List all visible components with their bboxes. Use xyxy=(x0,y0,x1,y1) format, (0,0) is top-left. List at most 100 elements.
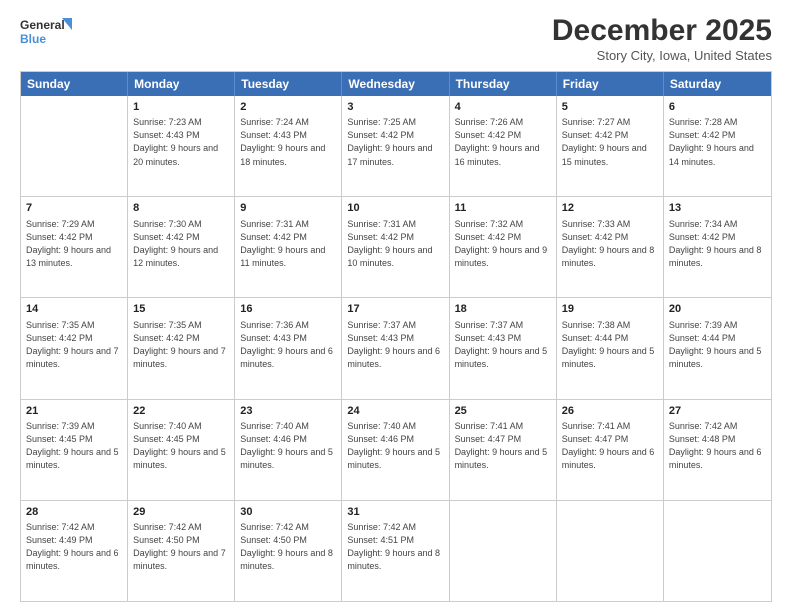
cell-info: Sunrise: 7:42 AM Sunset: 4:49 PM Dayligh… xyxy=(26,521,122,573)
header-day-thursday: Thursday xyxy=(450,72,557,96)
cell-info: Sunrise: 7:28 AM Sunset: 4:42 PM Dayligh… xyxy=(669,116,766,168)
calendar-cell-4-5 xyxy=(557,501,664,601)
cell-info: Sunrise: 7:35 AM Sunset: 4:42 PM Dayligh… xyxy=(26,319,122,371)
cell-info: Sunrise: 7:30 AM Sunset: 4:42 PM Dayligh… xyxy=(133,218,229,270)
calendar-row-3: 21Sunrise: 7:39 AM Sunset: 4:45 PM Dayli… xyxy=(21,399,771,500)
header-day-wednesday: Wednesday xyxy=(342,72,449,96)
cell-info: Sunrise: 7:40 AM Sunset: 4:45 PM Dayligh… xyxy=(133,420,229,472)
calendar-cell-3-5: 26Sunrise: 7:41 AM Sunset: 4:47 PM Dayli… xyxy=(557,400,664,500)
page: GeneralBlue December 2025 Story City, Io… xyxy=(0,0,792,612)
calendar-cell-0-5: 5Sunrise: 7:27 AM Sunset: 4:42 PM Daylig… xyxy=(557,96,664,196)
cell-info: Sunrise: 7:41 AM Sunset: 4:47 PM Dayligh… xyxy=(562,420,658,472)
day-number: 8 xyxy=(133,201,229,216)
calendar-cell-1-2: 9 Sunrise: 7:31 AM Sunset: 4:42 PM Daylig… xyxy=(235,197,342,297)
day-number: 18 xyxy=(455,302,551,317)
cell-info: Sunrise: 7:42 AM Sunset: 4:51 PM Dayligh… xyxy=(347,521,443,573)
calendar-cell-4-6 xyxy=(664,501,771,601)
header-day-friday: Friday xyxy=(557,72,664,96)
day-number: 5 xyxy=(562,100,658,115)
cell-info: Sunrise: 7:40 AM Sunset: 4:46 PM Dayligh… xyxy=(240,420,336,472)
calendar-row-0: 1Sunrise: 7:23 AM Sunset: 4:43 PM Daylig… xyxy=(21,96,771,196)
calendar-cell-4-2: 30Sunrise: 7:42 AM Sunset: 4:50 PM Dayli… xyxy=(235,501,342,601)
day-number: 16 xyxy=(240,302,336,317)
day-number: 6 xyxy=(669,100,766,115)
svg-text:General: General xyxy=(20,18,65,32)
cell-info: Sunrise: 7:42 AM Sunset: 4:50 PM Dayligh… xyxy=(133,521,229,573)
day-number: 2 xyxy=(240,100,336,115)
calendar-cell-2-4: 18 Sunrise: 7:37 AM Sunset: 4:43 PM Dayli… xyxy=(450,298,557,398)
day-number: 29 xyxy=(133,505,229,520)
calendar-header: SundayMondayTuesdayWednesdayThursdayFrid… xyxy=(21,72,771,96)
calendar-cell-0-1: 1Sunrise: 7:23 AM Sunset: 4:43 PM Daylig… xyxy=(128,96,235,196)
day-number: 12 xyxy=(562,201,658,216)
calendar-cell-1-4: 11Sunrise: 7:32 AM Sunset: 4:42 PM Dayli… xyxy=(450,197,557,297)
calendar-cell-3-1: 22Sunrise: 7:40 AM Sunset: 4:45 PM Dayli… xyxy=(128,400,235,500)
cell-info: Sunrise: 7:31 AM Sunset: 4:42 PM Dayligh… xyxy=(240,218,336,270)
day-number: 7 xyxy=(26,201,122,216)
day-number: 1 xyxy=(133,100,229,115)
calendar-cell-4-4 xyxy=(450,501,557,601)
day-number: 13 xyxy=(669,201,766,216)
cell-info: Sunrise: 7:32 AM Sunset: 4:42 PM Dayligh… xyxy=(455,218,551,270)
calendar-cell-4-0: 28Sunrise: 7:42 AM Sunset: 4:49 PM Dayli… xyxy=(21,501,128,601)
calendar-cell-3-4: 25Sunrise: 7:41 AM Sunset: 4:47 PM Dayli… xyxy=(450,400,557,500)
day-number: 10 xyxy=(347,201,443,216)
calendar-cell-0-2: 2Sunrise: 7:24 AM Sunset: 4:43 PM Daylig… xyxy=(235,96,342,196)
cell-info: Sunrise: 7:38 AM Sunset: 4:44 PM Dayligh… xyxy=(562,319,658,371)
cell-info: Sunrise: 7:26 AM Sunset: 4:42 PM Dayligh… xyxy=(455,116,551,168)
cell-info: Sunrise: 7:23 AM Sunset: 4:43 PM Dayligh… xyxy=(133,116,229,168)
day-number: 17 xyxy=(347,302,443,317)
cell-info: Sunrise: 7:42 AM Sunset: 4:50 PM Dayligh… xyxy=(240,521,336,573)
calendar-cell-2-6: 20Sunrise: 7:39 AM Sunset: 4:44 PM Dayli… xyxy=(664,298,771,398)
cell-info: Sunrise: 7:27 AM Sunset: 4:42 PM Dayligh… xyxy=(562,116,658,168)
calendar-cell-0-4: 4Sunrise: 7:26 AM Sunset: 4:42 PM Daylig… xyxy=(450,96,557,196)
cell-info: Sunrise: 7:34 AM Sunset: 4:42 PM Dayligh… xyxy=(669,218,766,270)
cell-info: Sunrise: 7:39 AM Sunset: 4:45 PM Dayligh… xyxy=(26,420,122,472)
month-title: December 2025 xyxy=(552,16,772,46)
calendar-cell-0-6: 6Sunrise: 7:28 AM Sunset: 4:42 PM Daylig… xyxy=(664,96,771,196)
day-number: 9 xyxy=(240,201,336,216)
calendar-cell-2-1: 15Sunrise: 7:35 AM Sunset: 4:42 PM Dayli… xyxy=(128,298,235,398)
calendar-cell-1-3: 10 Sunrise: 7:31 AM Sunset: 4:42 PM Dayli… xyxy=(342,197,449,297)
cell-info: Sunrise: 7:25 AM Sunset: 4:42 PM Dayligh… xyxy=(347,116,443,168)
day-number: 26 xyxy=(562,404,658,419)
day-number: 23 xyxy=(240,404,336,419)
calendar-cell-1-0: 7Sunrise: 7:29 AM Sunset: 4:42 PM Daylig… xyxy=(21,197,128,297)
cell-info: Sunrise: 7:36 AM Sunset: 4:43 PM Dayligh… xyxy=(240,319,336,371)
calendar-cell-1-1: 8 Sunrise: 7:30 AM Sunset: 4:42 PM Daylig… xyxy=(128,197,235,297)
calendar-cell-2-5: 19 Sunrise: 7:38 AM Sunset: 4:44 PM Dayli… xyxy=(557,298,664,398)
day-number: 27 xyxy=(669,404,766,419)
day-number: 3 xyxy=(347,100,443,115)
cell-info: Sunrise: 7:24 AM Sunset: 4:43 PM Dayligh… xyxy=(240,116,336,168)
calendar-cell-4-1: 29Sunrise: 7:42 AM Sunset: 4:50 PM Dayli… xyxy=(128,501,235,601)
cell-info: Sunrise: 7:33 AM Sunset: 4:42 PM Dayligh… xyxy=(562,218,658,270)
header-day-tuesday: Tuesday xyxy=(235,72,342,96)
logo: GeneralBlue xyxy=(20,16,72,48)
calendar-row-1: 7Sunrise: 7:29 AM Sunset: 4:42 PM Daylig… xyxy=(21,196,771,297)
cell-info: Sunrise: 7:37 AM Sunset: 4:43 PM Dayligh… xyxy=(347,319,443,371)
calendar-cell-2-3: 17 Sunrise: 7:37 AM Sunset: 4:43 PM Dayli… xyxy=(342,298,449,398)
day-number: 24 xyxy=(347,404,443,419)
day-number: 19 xyxy=(562,302,658,317)
cell-info: Sunrise: 7:31 AM Sunset: 4:42 PM Dayligh… xyxy=(347,218,443,270)
calendar-cell-2-0: 14Sunrise: 7:35 AM Sunset: 4:42 PM Dayli… xyxy=(21,298,128,398)
calendar-cell-1-5: 12 Sunrise: 7:33 AM Sunset: 4:42 PM Dayli… xyxy=(557,197,664,297)
cell-info: Sunrise: 7:35 AM Sunset: 4:42 PM Dayligh… xyxy=(133,319,229,371)
cell-info: Sunrise: 7:42 AM Sunset: 4:48 PM Dayligh… xyxy=(669,420,766,472)
header-day-sunday: Sunday xyxy=(21,72,128,96)
calendar: SundayMondayTuesdayWednesdayThursdayFrid… xyxy=(20,71,772,602)
cell-info: Sunrise: 7:41 AM Sunset: 4:47 PM Dayligh… xyxy=(455,420,551,472)
cell-info: Sunrise: 7:37 AM Sunset: 4:43 PM Dayligh… xyxy=(455,319,551,371)
calendar-cell-3-3: 24Sunrise: 7:40 AM Sunset: 4:46 PM Dayli… xyxy=(342,400,449,500)
calendar-cell-0-0 xyxy=(21,96,128,196)
header: GeneralBlue December 2025 Story City, Io… xyxy=(20,16,772,63)
day-number: 30 xyxy=(240,505,336,520)
day-number: 4 xyxy=(455,100,551,115)
location: Story City, Iowa, United States xyxy=(552,48,772,63)
calendar-cell-2-2: 16 Sunrise: 7:36 AM Sunset: 4:43 PM Dayli… xyxy=(235,298,342,398)
header-day-saturday: Saturday xyxy=(664,72,771,96)
calendar-row-4: 28Sunrise: 7:42 AM Sunset: 4:49 PM Dayli… xyxy=(21,500,771,601)
calendar-cell-3-2: 23Sunrise: 7:40 AM Sunset: 4:46 PM Dayli… xyxy=(235,400,342,500)
header-day-monday: Monday xyxy=(128,72,235,96)
calendar-cell-3-6: 27Sunrise: 7:42 AM Sunset: 4:48 PM Dayli… xyxy=(664,400,771,500)
